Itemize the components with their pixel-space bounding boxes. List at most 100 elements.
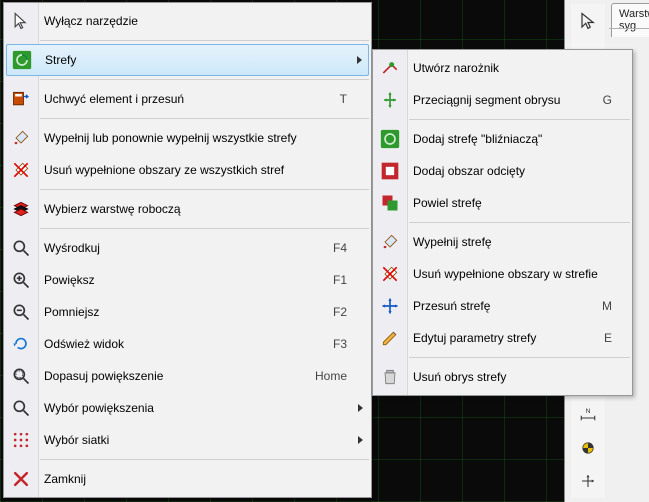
menu-separator bbox=[40, 40, 369, 41]
menu-label: Usuń obrys strefy bbox=[413, 370, 612, 384]
menu-separator bbox=[409, 357, 630, 358]
create-corner-icon bbox=[379, 57, 401, 79]
submenu-arrow-icon bbox=[358, 404, 363, 412]
menu-label: Wyłącz narzędzie bbox=[44, 14, 347, 28]
menu-label: Zamknij bbox=[44, 472, 347, 486]
menu-separator bbox=[40, 118, 369, 119]
context-menu-main: Wyłącz narzędzie Strefy Uchwyć element i… bbox=[3, 2, 372, 498]
menu-shortcut: F3 bbox=[333, 337, 347, 351]
menu-shortcut: F4 bbox=[333, 241, 347, 255]
menu-item-remove-all-fills[interactable]: Usuń wypełnione obszary ze wszystkich st… bbox=[4, 154, 371, 186]
menu-shortcut: F1 bbox=[333, 273, 347, 287]
menu-item-zoom-selection[interactable]: Wybór powiększenia bbox=[4, 392, 371, 424]
menu-shortcut: M bbox=[602, 299, 612, 313]
menu-label: Wypełnij lub ponownie wypełnij wszystkie… bbox=[44, 131, 347, 145]
fit-zoom-icon bbox=[10, 365, 32, 387]
menu-label: Przesuń strefę bbox=[413, 299, 590, 313]
layers-icon bbox=[10, 198, 32, 220]
menu-label: Wybierz warstwę roboczą bbox=[44, 202, 347, 216]
menu-separator bbox=[40, 228, 369, 229]
menu-shortcut: Home bbox=[315, 369, 347, 383]
menu-item-disable-tool[interactable]: Wyłącz narzędzie bbox=[4, 5, 371, 37]
menu-label: Wyśrodkuj bbox=[44, 241, 309, 255]
menu-item-grid-selection[interactable]: Wybór siatki bbox=[4, 424, 371, 456]
svg-text:N: N bbox=[586, 408, 591, 415]
pencil-icon bbox=[379, 327, 401, 349]
menu-item-drag-outline-segment[interactable]: Przeciągnij segment obrysu G bbox=[373, 84, 632, 116]
ruler-n-icon[interactable]: N bbox=[573, 401, 603, 430]
menu-label: Uchwyć element i przesuń bbox=[44, 92, 316, 106]
menu-separator bbox=[409, 222, 630, 223]
magnifier-icon bbox=[10, 397, 32, 419]
paint-bucket-icon bbox=[379, 231, 401, 253]
menu-shortcut: E bbox=[604, 331, 612, 345]
menu-label: Dodaj strefę "bliźniaczą" bbox=[413, 132, 612, 146]
menu-label: Usuń wypełnione obszary w strefie bbox=[413, 267, 612, 281]
menu-item-zones[interactable]: Strefy bbox=[6, 44, 369, 76]
trash-icon bbox=[379, 366, 401, 388]
axis-toggle-icon[interactable] bbox=[573, 467, 603, 496]
zone-twin-icon bbox=[379, 128, 401, 150]
submenu-arrow-icon bbox=[358, 436, 363, 444]
menu-label: Wypełnij strefę bbox=[413, 235, 612, 249]
menu-shortcut: G bbox=[603, 93, 612, 107]
zone-icon bbox=[11, 49, 33, 71]
origin-marker-icon[interactable] bbox=[573, 434, 603, 463]
menu-item-zoom-in[interactable]: Powiększ F1 bbox=[4, 264, 371, 296]
magnifier-plus-icon bbox=[10, 269, 32, 291]
menu-item-create-corner[interactable]: Utwórz narożnik bbox=[373, 52, 632, 84]
menu-label: Powiększ bbox=[44, 273, 309, 287]
magnifier-center-icon bbox=[10, 237, 32, 259]
menu-label: Wybór powiększenia bbox=[44, 401, 347, 415]
context-menu-zones: Utwórz narożnik Przeciągnij segment obry… bbox=[372, 49, 633, 396]
menu-item-fill-all-zones[interactable]: Wypełnij lub ponownie wypełnij wszystkie… bbox=[4, 122, 371, 154]
duplicate-zone-icon bbox=[379, 192, 401, 214]
grab-move-icon bbox=[10, 88, 32, 110]
menu-separator bbox=[40, 79, 369, 80]
menu-item-select-working-layer[interactable]: Wybierz warstwę roboczą bbox=[4, 193, 371, 225]
menu-label: Dodaj obszar odcięty bbox=[413, 164, 612, 178]
menu-item-delete-zone-outline[interactable]: Usuń obrys strefy bbox=[373, 361, 632, 393]
menu-item-zoom-out[interactable]: Pomniejsz F2 bbox=[4, 296, 371, 328]
cursor-tool-icon[interactable] bbox=[573, 6, 603, 35]
menu-label: Usuń wypełnione obszary ze wszystkich st… bbox=[44, 163, 347, 177]
paint-bucket-icon bbox=[10, 127, 32, 149]
menu-shortcut: F2 bbox=[333, 305, 347, 319]
menu-separator bbox=[409, 119, 630, 120]
remove-fill-icon bbox=[10, 159, 32, 181]
submenu-arrow-icon bbox=[357, 56, 362, 64]
menu-item-refresh-view[interactable]: Odśwież widok F3 bbox=[4, 328, 371, 360]
cursor-icon bbox=[10, 10, 32, 32]
menu-label: Wybór siatki bbox=[44, 433, 347, 447]
menu-item-duplicate-zone[interactable]: Powiel strefę bbox=[373, 187, 632, 219]
menu-label: Odśwież widok bbox=[44, 337, 309, 351]
menu-label: Strefy bbox=[45, 53, 346, 67]
move-icon bbox=[379, 295, 401, 317]
menu-label: Utwórz narożnik bbox=[413, 61, 612, 75]
magnifier-minus-icon bbox=[10, 301, 32, 323]
menu-item-close[interactable]: Zamknij bbox=[4, 463, 371, 495]
cutout-icon bbox=[379, 160, 401, 182]
menu-item-move-zone[interactable]: Przesuń strefę M bbox=[373, 290, 632, 322]
menu-label: Dopasuj powiększenie bbox=[44, 369, 291, 383]
menu-item-fill-zone[interactable]: Wypełnij strefę bbox=[373, 226, 632, 258]
drag-segment-icon bbox=[379, 89, 401, 111]
menu-shortcut: T bbox=[340, 92, 347, 106]
menu-separator bbox=[40, 459, 369, 460]
close-x-icon bbox=[10, 468, 32, 490]
menu-label: Edytuj parametry strefy bbox=[413, 331, 592, 345]
remove-fill-icon bbox=[379, 263, 401, 285]
menu-item-add-twin-zone[interactable]: Dodaj strefę "bliźniaczą" bbox=[373, 123, 632, 155]
menu-separator bbox=[40, 189, 369, 190]
menu-item-add-cutout[interactable]: Dodaj obszar odcięty bbox=[373, 155, 632, 187]
menu-item-center-view[interactable]: Wyśrodkuj F4 bbox=[4, 232, 371, 264]
menu-item-grab-move[interactable]: Uchwyć element i przesuń T bbox=[4, 83, 371, 115]
menu-label: Pomniejsz bbox=[44, 305, 309, 319]
grid-icon bbox=[10, 429, 32, 451]
menu-label: Powiel strefę bbox=[413, 196, 612, 210]
menu-label: Przeciągnij segment obrysu bbox=[413, 93, 591, 107]
menu-item-fit-zoom[interactable]: Dopasuj powiększenie Home bbox=[4, 360, 371, 392]
refresh-icon bbox=[10, 333, 32, 355]
menu-item-remove-zone-fill[interactable]: Usuń wypełnione obszary w strefie bbox=[373, 258, 632, 290]
menu-item-edit-zone-params[interactable]: Edytuj parametry strefy E bbox=[373, 322, 632, 354]
